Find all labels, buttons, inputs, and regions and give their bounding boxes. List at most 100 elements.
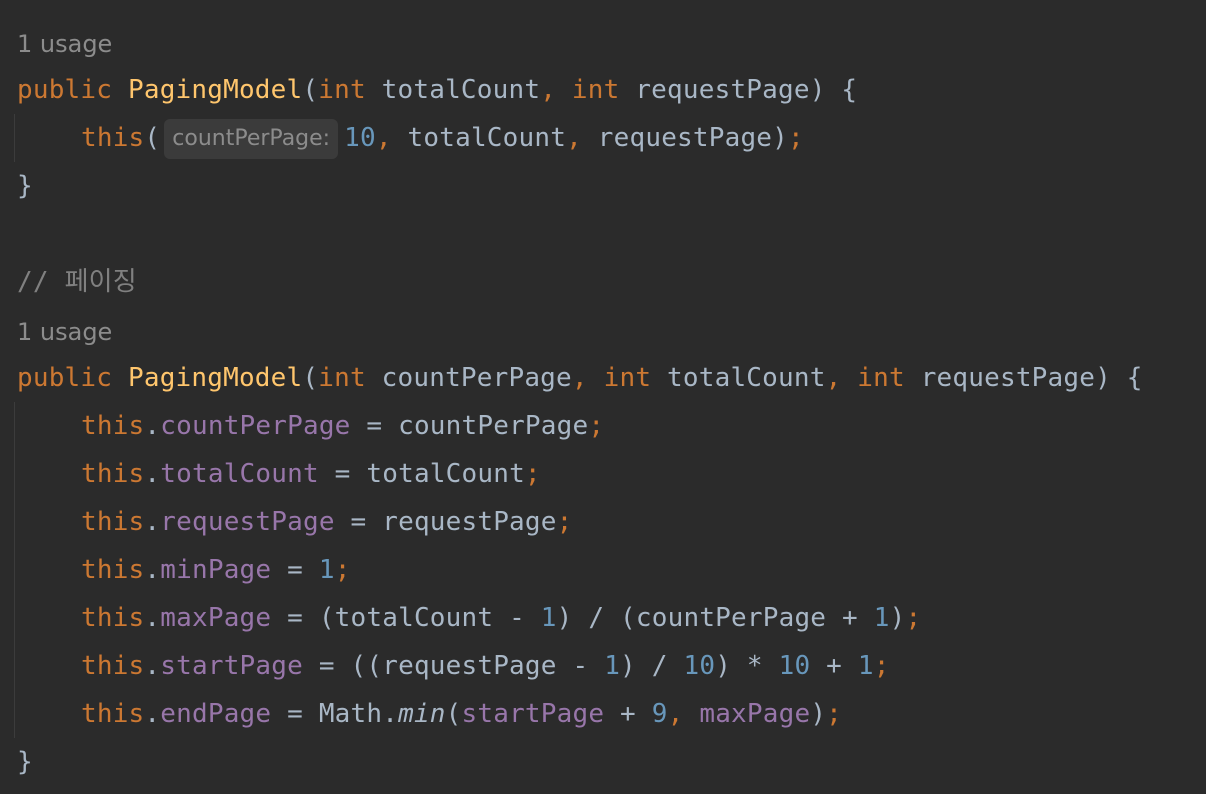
operator: =: [271, 555, 319, 585]
indent-guide: [14, 114, 15, 162]
paren: ): [889, 603, 906, 633]
expression: ) / (countPerPage +: [556, 603, 874, 633]
usage-hint[interactable]: 1 usage: [17, 20, 112, 68]
paren: ): [810, 699, 827, 729]
code-line[interactable]: public PagingModel(int totalCount, int r…: [17, 66, 857, 114]
code-line[interactable]: this(countPerPage: 10, totalCount, reques…: [17, 114, 804, 162]
number-literal: 1: [857, 651, 874, 681]
comma: ,: [566, 123, 582, 153]
number-literal: 10: [683, 651, 716, 681]
number-literal: 9: [651, 699, 668, 729]
expression: = requestPage: [334, 507, 557, 537]
expression: ) /: [620, 651, 684, 681]
comment-text: 페이징: [64, 267, 137, 297]
paren: (: [144, 123, 161, 153]
keyword: this: [81, 699, 145, 729]
number-literal: 1: [604, 651, 621, 681]
code-line[interactable]: this.maxPage = (totalCount - 1) / (count…: [17, 594, 921, 642]
comma: ,: [825, 363, 842, 393]
usage-count[interactable]: 1 usage: [17, 318, 112, 346]
paren-brace: ) {: [1095, 363, 1143, 393]
code-line[interactable]: }: [17, 738, 33, 786]
comma: ,: [667, 699, 684, 729]
code-line[interactable]: this.endPage = Math.min(startPage + 9, m…: [17, 690, 842, 738]
code-comment[interactable]: // 페이징: [17, 258, 137, 306]
dot: .: [144, 459, 161, 489]
usage-count[interactable]: 1 usage: [17, 30, 112, 58]
code-line[interactable]: this.minPage = 1;: [17, 546, 351, 594]
keyword: this: [81, 507, 145, 537]
field: startPage: [461, 699, 605, 729]
semicolon: ;: [556, 507, 573, 537]
usage-hint[interactable]: 1 usage: [17, 308, 112, 356]
paren: (: [302, 363, 319, 393]
code-line[interactable]: this.startPage = ((requestPage - 1) / 10…: [17, 642, 890, 690]
number-literal: 1: [318, 555, 335, 585]
comma: ,: [540, 75, 557, 105]
parameter: requestPage: [904, 363, 1096, 393]
code-line[interactable]: public PagingModel(int countPerPage, int…: [17, 354, 1143, 402]
constructor-name: PagingModel: [127, 75, 303, 105]
dot: .: [144, 651, 161, 681]
keyword: this: [81, 603, 145, 633]
keyword: int: [318, 363, 366, 393]
dot: .: [144, 411, 161, 441]
keyword: int: [318, 75, 366, 105]
field: maxPage: [683, 699, 811, 729]
keyword: this: [81, 555, 145, 585]
expression: = totalCount: [318, 459, 525, 489]
keyword: public: [17, 75, 113, 105]
keyword: this: [81, 459, 145, 489]
field: totalCount: [160, 459, 319, 489]
dot: .: [144, 603, 161, 633]
operator: +: [604, 699, 652, 729]
code-line[interactable]: this.totalCount = totalCount;: [17, 450, 541, 498]
argument: requestPage: [581, 123, 773, 153]
paren-brace: ) {: [809, 75, 858, 105]
dot: .: [144, 507, 161, 537]
code-editor[interactable]: 1 usage public PagingModel(int totalCoun…: [0, 0, 1206, 794]
number-literal: 10: [778, 651, 811, 681]
semicolon: ;: [334, 555, 351, 585]
paren: (: [302, 75, 319, 105]
brace: }: [17, 747, 33, 777]
keyword: int: [857, 363, 905, 393]
constructor-name: PagingModel: [127, 363, 303, 393]
number-literal: 10: [344, 123, 376, 153]
parameter: totalCount: [365, 75, 541, 105]
keyword: this: [81, 411, 145, 441]
indent-guide: [14, 402, 15, 738]
expression: = countPerPage: [350, 411, 589, 441]
paren: (: [445, 699, 462, 729]
keyword: int: [603, 363, 652, 393]
parameter: requestPage: [619, 75, 810, 105]
dot: .: [144, 555, 161, 585]
semicolon: ;: [826, 699, 843, 729]
expression: = Math.: [271, 699, 399, 729]
comma: ,: [571, 363, 588, 393]
paren: ): [772, 123, 789, 153]
keyword: int: [571, 75, 620, 105]
brace: }: [17, 171, 33, 201]
semicolon: ;: [788, 123, 804, 153]
code-line[interactable]: this.requestPage = requestPage;: [17, 498, 572, 546]
field: startPage: [160, 651, 303, 681]
number-literal: 1: [873, 603, 890, 633]
field: requestPage: [160, 507, 335, 537]
number-literal: 1: [540, 603, 557, 633]
code-line[interactable]: this.countPerPage = countPerPage;: [17, 402, 604, 450]
expression: = ((requestPage -: [302, 651, 605, 681]
keyword: public: [17, 363, 113, 393]
semicolon: ;: [588, 411, 605, 441]
expression: = (totalCount -: [271, 603, 541, 633]
static-method: min: [398, 699, 446, 729]
parameter: totalCount: [651, 363, 826, 393]
field: minPage: [160, 555, 272, 585]
comma: ,: [375, 123, 392, 153]
code-line[interactable]: }: [17, 162, 33, 210]
dot: .: [144, 699, 161, 729]
semicolon: ;: [524, 459, 541, 489]
keyword: this: [81, 651, 145, 681]
semicolon: ;: [873, 651, 890, 681]
argument: totalCount: [391, 123, 567, 153]
